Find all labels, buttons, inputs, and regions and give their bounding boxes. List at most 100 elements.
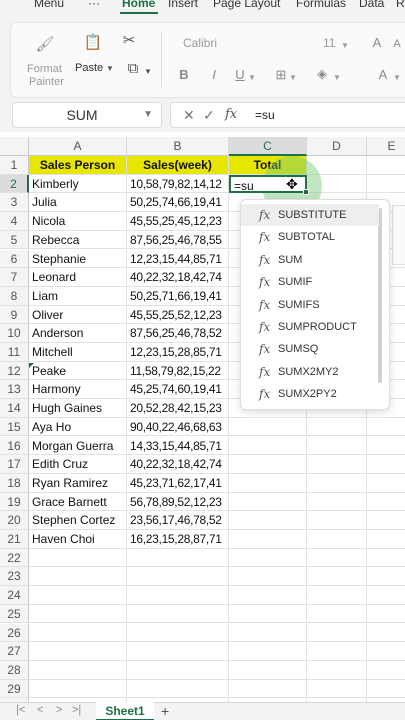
autocomplete-item-sumproduct[interactable]: fx SUMPRODUCT	[241, 316, 379, 338]
cell-b6[interactable]: 12,23,15,44,85,71	[127, 249, 229, 269]
underline-icon[interactable]: U	[233, 67, 247, 83]
paste-caret-icon[interactable]: ▼	[106, 62, 114, 75]
cell-b21[interactable]: 16,23,15,28,87,71	[127, 530, 229, 549]
autocomplete-item-subtotal[interactable]: fx SUBTOTAL	[241, 226, 379, 248]
cell-a25[interactable]	[29, 604, 127, 624]
cell-e27[interactable]	[367, 642, 405, 661]
cell-e25[interactable]	[367, 605, 405, 624]
cell-b4[interactable]: 45,55,25,45,12,23	[127, 212, 229, 231]
cell-c15[interactable]	[229, 417, 307, 437]
row-header-22[interactable]: 22	[0, 548, 29, 568]
cell-d26[interactable]	[307, 623, 367, 643]
cell-a16[interactable]: Morgan Guerra	[29, 436, 127, 456]
row-header-24[interactable]: 24	[0, 586, 29, 605]
column-header-d[interactable]: D	[307, 137, 367, 156]
cut-icon[interactable]: ✂	[119, 33, 139, 49]
cell-a23[interactable]	[29, 567, 127, 587]
cell-c20[interactable]	[229, 511, 307, 530]
row-header-3[interactable]: 3	[0, 193, 29, 213]
cell-b23[interactable]	[127, 567, 229, 587]
cell-b11[interactable]: 12,23,15,28,85,71	[127, 343, 229, 362]
cell-b26[interactable]	[127, 623, 229, 643]
cell-c29[interactable]	[229, 679, 307, 699]
cell-c19[interactable]	[229, 492, 307, 512]
row-header-25[interactable]: 25	[0, 604, 29, 624]
row-header-23[interactable]: 23	[0, 567, 29, 587]
cell-b22[interactable]	[127, 548, 229, 568]
autocomplete-item-substitute[interactable]: fx SUBSTITUTE	[241, 204, 379, 226]
tab-review[interactable]: R	[396, 0, 405, 10]
cell-c23[interactable]	[229, 567, 307, 587]
cell-b25[interactable]	[127, 604, 229, 624]
cell-d21[interactable]	[307, 530, 367, 549]
cell-b18[interactable]: 45,23,71,62,17,41	[127, 473, 229, 493]
cell-e19[interactable]	[367, 493, 405, 512]
cell-b10[interactable]: 87,56,25,46,78,52	[127, 324, 229, 343]
cell-e15[interactable]	[367, 418, 405, 437]
row-header-21[interactable]: 21	[0, 530, 29, 549]
row-header-11[interactable]: 11	[0, 343, 29, 362]
autocomplete-item-sumsq[interactable]: fx SUMSQ	[241, 338, 379, 360]
cell-e24[interactable]	[367, 586, 405, 605]
cell-a28[interactable]	[29, 660, 127, 680]
increase-font-icon[interactable]: A	[369, 35, 385, 51]
cell-c21[interactable]	[229, 530, 307, 549]
cell-b9[interactable]: 45,55,25,52,12,23	[127, 305, 229, 325]
cell-d25[interactable]	[307, 604, 367, 624]
sheet-tab-sheet1[interactable]: Sheet1	[96, 702, 154, 720]
row-header-17[interactable]: 17	[0, 455, 29, 474]
cell-e17[interactable]	[367, 455, 405, 474]
column-header-e[interactable]: E	[367, 137, 405, 156]
tab-menu[interactable]: Menu	[34, 0, 64, 10]
row-header-13[interactable]: 13	[0, 380, 29, 400]
cell-a15[interactable]: Aya Ho	[29, 417, 127, 437]
autocomplete-item-sumifs[interactable]: fx SUMIFS	[241, 294, 379, 316]
cell-c16[interactable]	[229, 436, 307, 456]
first-sheet-icon[interactable]: |<	[16, 704, 25, 716]
row-header-20[interactable]: 20	[0, 511, 29, 530]
cell-a2[interactable]: Kimberly	[29, 174, 127, 194]
autocomplete-item-sumx2my2[interactable]: fx SUMX2MY2	[241, 361, 379, 383]
tab-data[interactable]: Data	[359, 0, 384, 10]
cell-b12[interactable]: 11,58,79,82,15,22	[127, 361, 229, 381]
tab-more[interactable]: ···	[88, 0, 100, 10]
cell-a19[interactable]: Grace Barnett	[29, 492, 127, 512]
cell-c25[interactable]	[229, 604, 307, 624]
prev-sheet-icon[interactable]: <	[37, 704, 43, 716]
cell-e22[interactable]	[367, 549, 405, 568]
italic-icon[interactable]: I	[207, 67, 221, 83]
cell-b8[interactable]: 50,25,71,66,19,41	[127, 286, 229, 306]
cell-b5[interactable]: 87,56,25,46,78,55	[127, 230, 229, 250]
autocomplete-item-sumx2py2[interactable]: fx SUMX2PY2	[241, 383, 379, 405]
row-header-19[interactable]: 19	[0, 492, 29, 512]
borders-icon[interactable]: ⊞	[273, 67, 289, 83]
cell-a21[interactable]: Haven Choi	[29, 530, 127, 549]
cell-c24[interactable]	[229, 586, 307, 605]
cell-a3[interactable]: Julia	[29, 193, 127, 213]
font-size-caret-icon[interactable]: ▼	[341, 39, 349, 52]
cell-a12[interactable]: Peake	[29, 361, 127, 381]
last-sheet-icon[interactable]: >|	[72, 704, 81, 716]
cell-d22[interactable]	[307, 548, 367, 568]
fill-color-caret-icon[interactable]: ▼	[333, 71, 341, 84]
cell-a27[interactable]	[29, 642, 127, 661]
cell-d19[interactable]	[307, 492, 367, 512]
tab-formulas[interactable]: Formulas	[296, 0, 346, 10]
cell-b24[interactable]	[127, 586, 229, 605]
cell-c17[interactable]	[229, 455, 307, 474]
row-header-8[interactable]: 8	[0, 286, 29, 306]
column-header-a[interactable]: A	[29, 137, 127, 156]
cell-b20[interactable]: 23,56,17,46,78,52	[127, 511, 229, 530]
cell-a11[interactable]: Mitchell	[29, 343, 127, 362]
cell-b17[interactable]: 40,22,32,18,42,74	[127, 455, 229, 474]
cell-d15[interactable]	[307, 417, 367, 437]
cell-d28[interactable]	[307, 660, 367, 680]
cell-b1[interactable]: Sales(week)	[127, 156, 229, 175]
cell-c22[interactable]	[229, 548, 307, 568]
row-header-29[interactable]: 29	[0, 679, 29, 699]
cell-d20[interactable]	[307, 511, 367, 530]
cell-a14[interactable]: Hugh Gaines	[29, 399, 127, 418]
cell-a20[interactable]: Stephen Cortez	[29, 511, 127, 530]
cell-d27[interactable]	[307, 642, 367, 661]
autocomplete-item-sum[interactable]: fx SUM	[241, 249, 379, 271]
